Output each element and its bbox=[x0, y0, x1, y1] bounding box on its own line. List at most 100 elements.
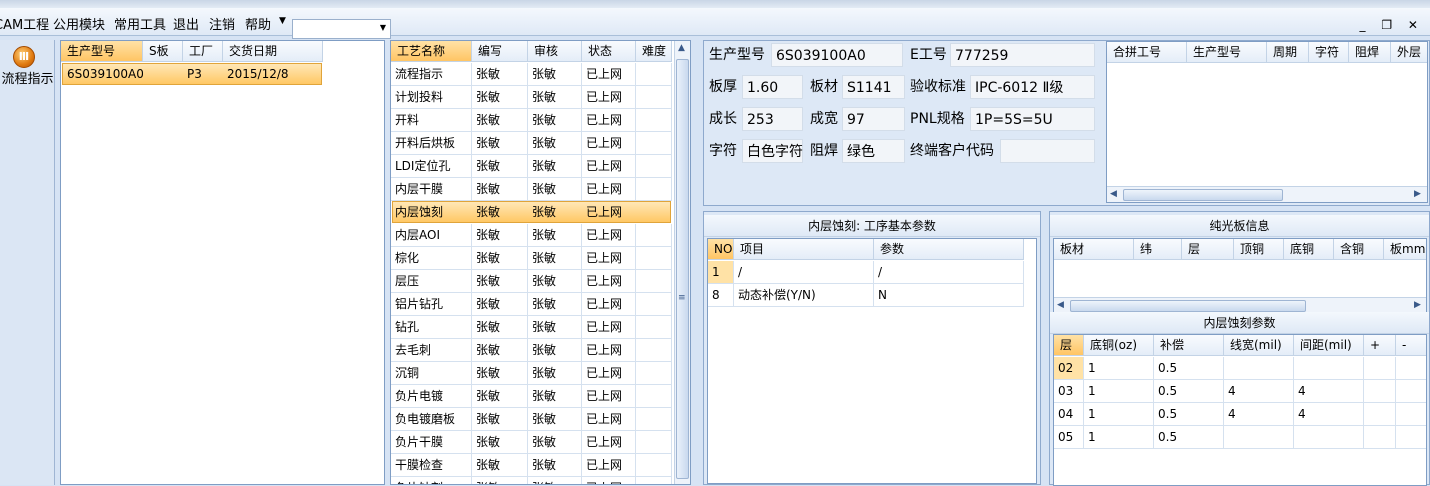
process-cell-difficulty[interactable] bbox=[636, 431, 672, 454]
step-header-item[interactable]: 项目 bbox=[734, 239, 874, 260]
etch-cell-line-width[interactable]: 4 bbox=[1224, 380, 1294, 403]
menu-logout[interactable]: 注销 bbox=[209, 14, 235, 33]
process-cell-difficulty[interactable] bbox=[636, 201, 672, 224]
process-cell-difficulty[interactable] bbox=[636, 155, 672, 178]
orders-header-s-board[interactable]: S板 bbox=[143, 41, 183, 62]
chevron-down-icon[interactable]: ▼ bbox=[279, 16, 286, 26]
process-cell-reviewer[interactable]: 张敏 bbox=[528, 201, 582, 224]
process-cell-status[interactable]: 已上网 bbox=[582, 155, 636, 178]
process-cell-difficulty[interactable] bbox=[636, 293, 672, 316]
process-cell-reviewer[interactable]: 张敏 bbox=[528, 132, 582, 155]
process-cell-status[interactable]: 已上网 bbox=[582, 178, 636, 201]
process-cell-name[interactable]: 内层蚀刻 bbox=[391, 201, 472, 224]
process-cell-difficulty[interactable] bbox=[636, 454, 672, 477]
etch-cell-plus[interactable] bbox=[1364, 357, 1396, 380]
orders-header-delivery-date[interactable]: 交货日期 bbox=[223, 41, 323, 62]
etch-cell-spacing[interactable] bbox=[1294, 357, 1364, 380]
process-cell-status[interactable]: 已上网 bbox=[582, 316, 636, 339]
scroll-left-icon[interactable]: ◀ bbox=[1057, 300, 1064, 310]
etch-header-base-copper[interactable]: 底铜(oz) bbox=[1084, 335, 1154, 356]
process-cell-writer[interactable]: 张敏 bbox=[472, 431, 528, 454]
process-cell-reviewer[interactable]: 张敏 bbox=[528, 362, 582, 385]
step-header-no[interactable]: NO bbox=[708, 239, 734, 260]
process-cell-name[interactable]: 负电镀磨板 bbox=[391, 408, 472, 431]
field-product-model[interactable]: 6S039100A0 bbox=[771, 43, 903, 67]
etch-cell-layer[interactable]: 02 bbox=[1054, 357, 1084, 380]
etch-cell-compensation[interactable]: 0.5 bbox=[1154, 403, 1224, 426]
process-cell-reviewer[interactable]: 张敏 bbox=[528, 109, 582, 132]
process-cell-difficulty[interactable] bbox=[636, 132, 672, 155]
process-cell-status[interactable]: 已上网 bbox=[582, 86, 636, 109]
process-cell-reviewer[interactable]: 张敏 bbox=[528, 155, 582, 178]
field-end-customer-code[interactable] bbox=[1000, 139, 1095, 163]
chevron-down-icon[interactable]: ▼ bbox=[380, 23, 386, 32]
etch-cell-compensation[interactable]: 0.5 bbox=[1154, 380, 1224, 403]
scroll-right-icon[interactable]: ▶ bbox=[1414, 300, 1421, 310]
etch-cell-base-copper[interactable]: 1 bbox=[1084, 403, 1154, 426]
process-cell-reviewer[interactable]: 张敏 bbox=[528, 316, 582, 339]
process-cell-status[interactable]: 已上网 bbox=[582, 132, 636, 155]
process-cell-writer[interactable]: 张敏 bbox=[472, 224, 528, 247]
etch-header-plus[interactable]: + bbox=[1364, 335, 1396, 356]
bare-header-with-copper[interactable]: 含铜 bbox=[1334, 239, 1384, 260]
process-header-name[interactable]: 工艺名称 bbox=[391, 41, 472, 62]
process-cell-reviewer[interactable]: 张敏 bbox=[528, 247, 582, 270]
process-cell-difficulty[interactable] bbox=[636, 247, 672, 270]
process-cell-difficulty[interactable] bbox=[636, 63, 672, 86]
process-cell-reviewer[interactable]: 张敏 bbox=[528, 63, 582, 86]
bare-header-bottom-copper[interactable]: 底铜 bbox=[1284, 239, 1334, 260]
process-cell-status[interactable]: 已上网 bbox=[582, 362, 636, 385]
process-cell-status[interactable]: 已上网 bbox=[582, 477, 636, 484]
etch-header-line-width[interactable]: 线宽(mil) bbox=[1224, 335, 1294, 356]
process-cell-name[interactable]: 内层AOI bbox=[391, 224, 472, 247]
scroll-right-icon[interactable]: ▶ bbox=[1414, 189, 1421, 199]
process-cell-reviewer[interactable]: 张敏 bbox=[528, 270, 582, 293]
scroll-left-icon[interactable]: ◀ bbox=[1110, 189, 1117, 199]
bare-header-weft[interactable]: 纬 bbox=[1134, 239, 1182, 260]
process-cell-name[interactable]: 干膜检查 bbox=[391, 454, 472, 477]
process-cell-reviewer[interactable]: 张敏 bbox=[528, 224, 582, 247]
orders-header-model[interactable]: 生产型号 bbox=[61, 41, 143, 62]
process-cell-name[interactable]: 计划投料 bbox=[391, 86, 472, 109]
merged-header-legend[interactable]: 字符 bbox=[1309, 42, 1349, 63]
process-cell-name[interactable]: 沉铜 bbox=[391, 362, 472, 385]
etch-cell-base-copper[interactable]: 1 bbox=[1084, 357, 1154, 380]
etch-cell-base-copper[interactable]: 1 bbox=[1084, 426, 1154, 449]
merged-header-outer-layer[interactable]: 外层 bbox=[1391, 42, 1427, 63]
process-cell-name[interactable]: 去毛刺 bbox=[391, 339, 472, 362]
bare-header-thickness[interactable]: 板mm bbox=[1384, 239, 1426, 260]
field-legend-ink[interactable]: 白色字符 bbox=[742, 139, 803, 163]
process-cell-writer[interactable]: 张敏 bbox=[472, 477, 528, 484]
process-cell-difficulty[interactable] bbox=[636, 477, 672, 484]
etch-header-spacing[interactable]: 间距(mil) bbox=[1294, 335, 1364, 356]
process-cell-writer[interactable]: 张敏 bbox=[472, 385, 528, 408]
etch-cell-spacing[interactable]: 4 bbox=[1294, 380, 1364, 403]
etch-cell-minus[interactable] bbox=[1396, 380, 1426, 403]
process-cell-reviewer[interactable]: 张敏 bbox=[528, 86, 582, 109]
process-cell-name[interactable]: 负片电镀 bbox=[391, 385, 472, 408]
etch-cell-line-width[interactable] bbox=[1224, 426, 1294, 449]
process-cell-writer[interactable]: 张敏 bbox=[472, 86, 528, 109]
process-cell-difficulty[interactable] bbox=[636, 339, 672, 362]
process-cell-name[interactable]: 内层干膜 bbox=[391, 178, 472, 201]
process-cell-writer[interactable]: 张敏 bbox=[472, 109, 528, 132]
merged-header-period[interactable]: 周期 bbox=[1267, 42, 1309, 63]
bare-header-material[interactable]: 板材 bbox=[1054, 239, 1134, 260]
etch-cell-spacing[interactable] bbox=[1294, 426, 1364, 449]
process-cell-writer[interactable]: 张敏 bbox=[472, 316, 528, 339]
process-cell-reviewer[interactable]: 张敏 bbox=[528, 408, 582, 431]
process-cell-writer[interactable]: 张敏 bbox=[472, 178, 528, 201]
process-cell-writer[interactable]: 张敏 bbox=[472, 63, 528, 86]
process-cell-status[interactable]: 已上网 bbox=[582, 431, 636, 454]
bare-header-top-copper[interactable]: 顶铜 bbox=[1234, 239, 1284, 260]
process-cell-name[interactable]: LDI定位孔 bbox=[391, 155, 472, 178]
process-cell-writer[interactable]: 张敏 bbox=[472, 362, 528, 385]
process-cell-writer[interactable]: 张敏 bbox=[472, 270, 528, 293]
process-cell-name[interactable]: 钻孔 bbox=[391, 316, 472, 339]
process-cell-writer[interactable]: 张敏 bbox=[472, 247, 528, 270]
etch-cell-plus[interactable] bbox=[1364, 403, 1396, 426]
etch-cell-plus[interactable] bbox=[1364, 380, 1396, 403]
process-cell-writer[interactable]: 张敏 bbox=[472, 201, 528, 224]
menu-help[interactable]: 帮助 bbox=[245, 14, 271, 33]
process-cell-difficulty[interactable] bbox=[636, 224, 672, 247]
